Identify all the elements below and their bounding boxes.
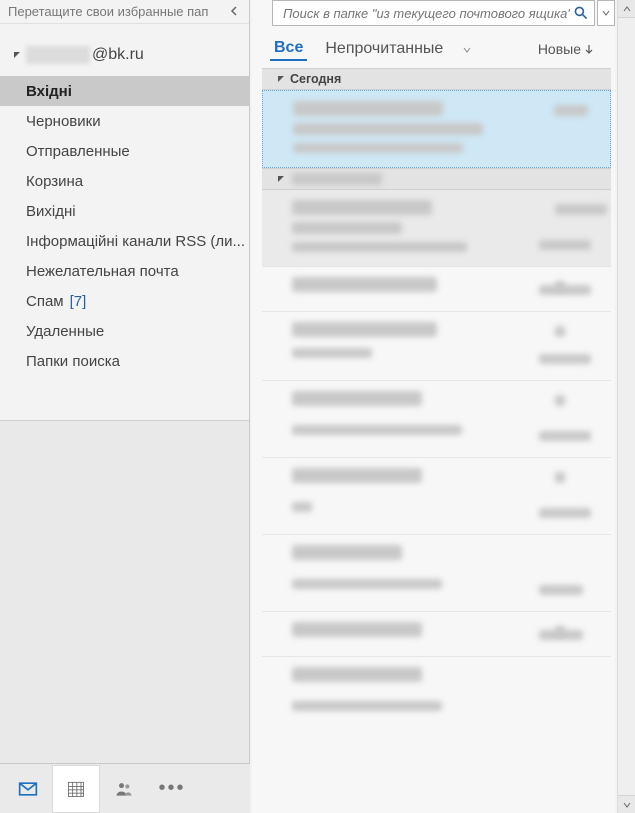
nav-bar: ••• [0, 763, 250, 813]
message-list [262, 90, 611, 733]
message-item[interactable] [262, 612, 611, 657]
folder-label: Черновики [26, 113, 101, 130]
sort-button[interactable]: Новые [538, 41, 593, 57]
message-item[interactable] [262, 90, 611, 168]
folder-search[interactable]: Папки поиска [0, 346, 249, 376]
folder-label: Папки поиска [26, 353, 120, 370]
filter-all[interactable]: Все [270, 37, 307, 61]
collapse-group-icon[interactable] [276, 174, 286, 184]
ellipsis-icon: ••• [158, 777, 185, 800]
folder-trash[interactable]: Корзина [0, 166, 249, 196]
scroll-up-button[interactable] [618, 0, 635, 18]
search-box[interactable] [272, 0, 595, 26]
account-domain: @bk.ru [92, 46, 144, 64]
folder-inbox[interactable]: Вхідні [0, 76, 249, 106]
filter-unread[interactable]: Непрочитанные [321, 38, 447, 60]
sort-arrow-icon [585, 41, 593, 57]
folder-label: Корзина [26, 173, 83, 190]
sort-label: Новые [538, 41, 581, 57]
folder-label: Удаленные [26, 323, 104, 340]
expand-account-icon[interactable] [12, 50, 22, 60]
nav-mail-button[interactable] [4, 765, 52, 813]
group-header-redacted[interactable] [262, 168, 611, 190]
message-item[interactable] [262, 657, 611, 733]
folder-sent[interactable]: Отправленные [0, 136, 249, 166]
nav-people-button[interactable] [100, 765, 148, 813]
collapse-favorites-icon[interactable] [227, 4, 241, 19]
folder-junk[interactable]: Нежелательная почта [0, 256, 249, 286]
folder-deleted[interactable]: Удаленные [0, 316, 249, 346]
message-item[interactable] [262, 190, 611, 267]
people-icon [114, 779, 134, 799]
folder-label: Нежелательная почта [26, 263, 179, 280]
folder-label: Вихідні [26, 203, 76, 220]
search-input[interactable] [281, 5, 572, 22]
calendar-icon [66, 779, 86, 799]
collapse-group-icon[interactable] [276, 74, 286, 84]
folder-pane-empty-area [0, 420, 249, 763]
folder-spam[interactable]: Спам [7] [0, 286, 249, 316]
message-item[interactable] [262, 312, 611, 381]
folder-rss[interactable]: Інформаційні канали RSS (ли... [0, 226, 249, 256]
folder-label: Спам [26, 293, 64, 310]
message-item[interactable] [262, 381, 611, 458]
folder-list: Вхідні Черновики Отправленные Корзина Ви… [0, 76, 249, 376]
message-item[interactable] [262, 535, 611, 612]
nav-more-button[interactable]: ••• [148, 765, 196, 813]
nav-calendar-button[interactable] [52, 765, 100, 813]
filter-bar: Все Непрочитанные Новые [252, 30, 615, 68]
message-item[interactable] [262, 267, 611, 312]
group-header-today[interactable]: Сегодня [262, 68, 611, 90]
search-icon[interactable] [572, 4, 590, 22]
scroll-down-button[interactable] [618, 795, 635, 813]
folder-label: Вхідні [26, 83, 72, 100]
group-label: Сегодня [290, 72, 341, 86]
account-name-redacted [26, 46, 90, 64]
folder-drafts[interactable]: Черновики [0, 106, 249, 136]
search-row [252, 0, 615, 26]
message-item[interactable] [262, 458, 611, 535]
favorites-bar: Перетащите свои избранные пап [0, 0, 249, 24]
filter-dropdown-icon[interactable] [463, 40, 471, 58]
account-row[interactable]: @bk.ru [0, 34, 249, 76]
folder-label: Отправленные [26, 143, 130, 160]
unread-count: [7] [70, 293, 87, 310]
vertical-scrollbar[interactable] [617, 0, 635, 813]
message-list-pane: Все Непрочитанные Новые Сегодня [252, 0, 615, 813]
mail-icon [18, 779, 38, 799]
folder-pane: Перетащите свои избранные пап @bk.ru Вхі… [0, 0, 250, 813]
favorites-hint: Перетащите свои избранные пап [8, 4, 227, 19]
folder-label: Інформаційні канали RSS (ли... [26, 233, 245, 250]
search-scope-dropdown[interactable] [597, 0, 615, 26]
folder-outbox[interactable]: Вихідні [0, 196, 249, 226]
